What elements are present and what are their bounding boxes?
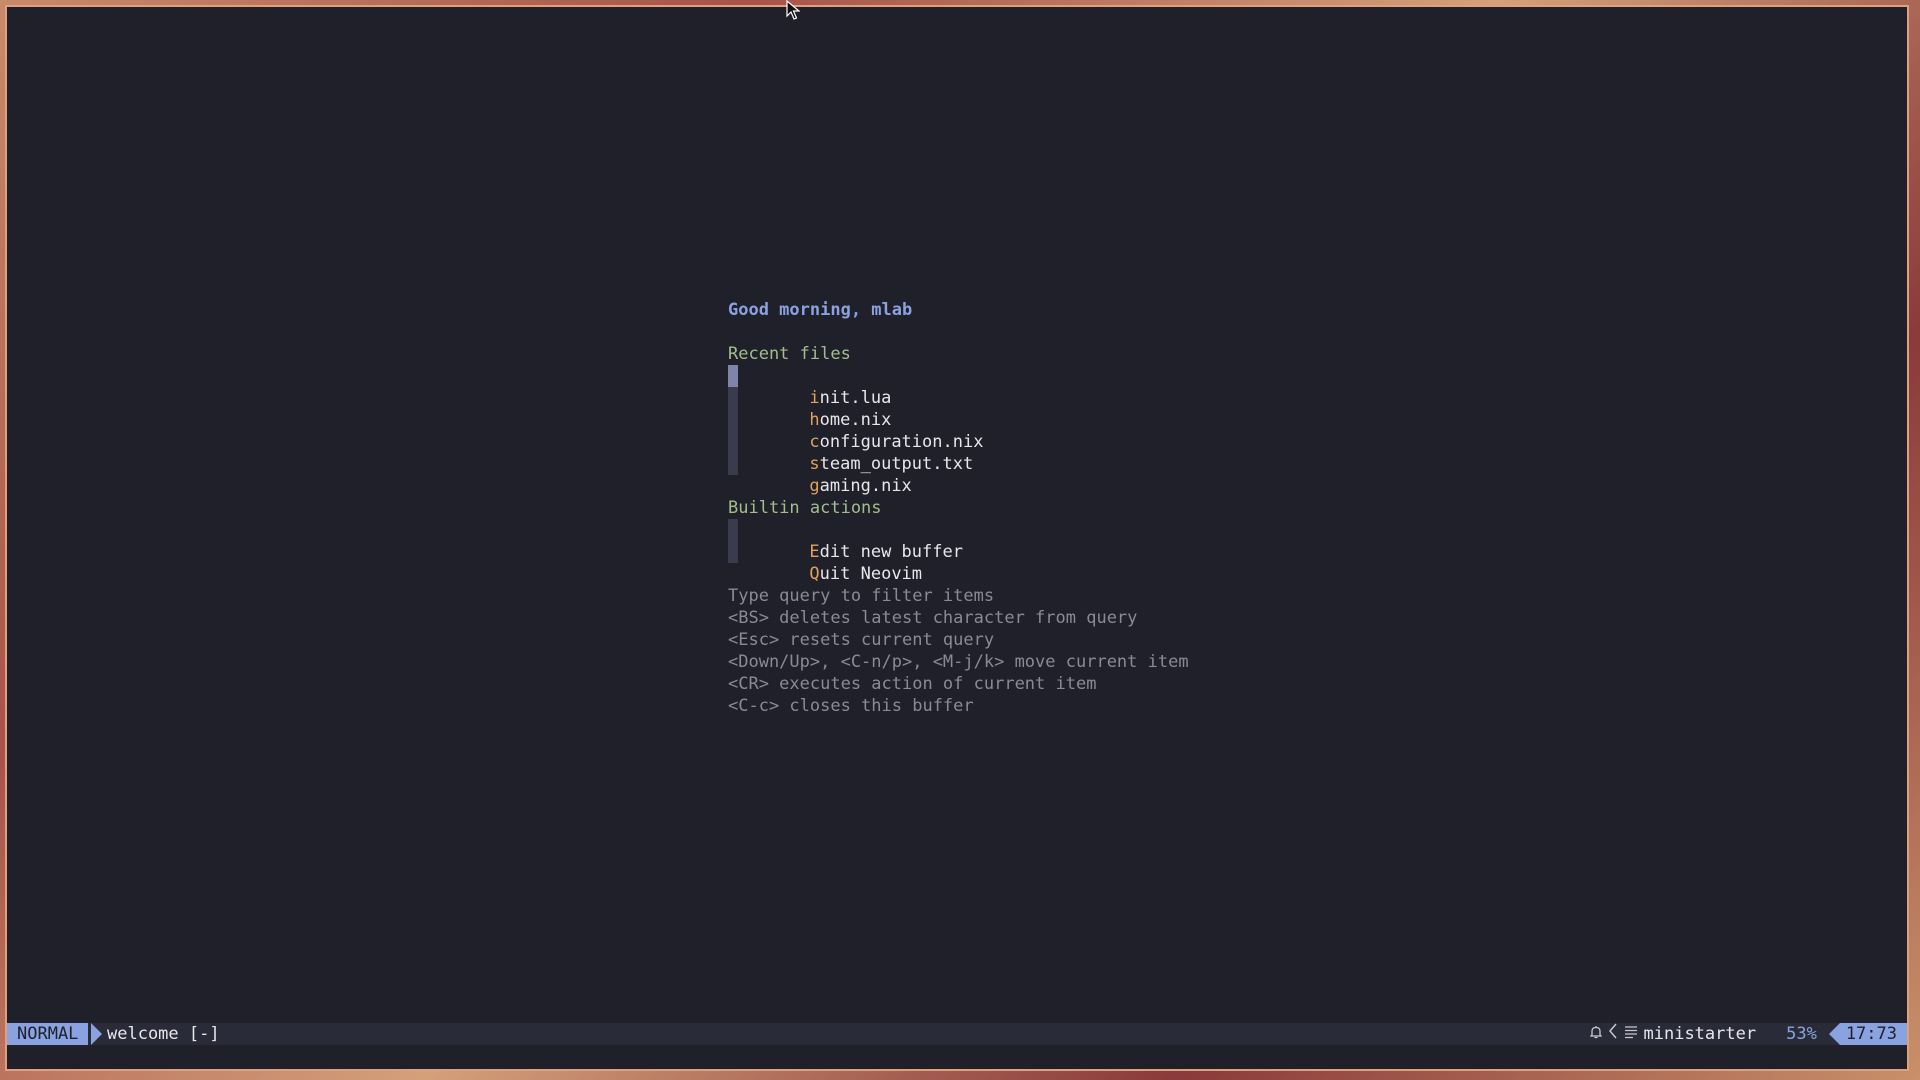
item-marker [728, 519, 738, 541]
recent-file-item[interactable]: gaming.nix [728, 453, 1189, 496]
item-marker [728, 365, 738, 387]
chevron-left-icon [1608, 1023, 1618, 1045]
help-line: <BS> deletes latest character from query [728, 608, 1138, 628]
item-marker [728, 541, 738, 563]
cursor-position: 17:73 [1839, 1023, 1907, 1045]
item-marker [728, 409, 738, 431]
recent-file-item[interactable]: configuration.nix [728, 409, 1189, 452]
scroll-percent: 53% [1786, 1024, 1817, 1044]
builtin-action-edit-new-buffer[interactable]: Edit new buffer [728, 519, 1189, 562]
item-marker [728, 453, 738, 475]
recent-file-item[interactable]: steam_output.txt [728, 431, 1189, 474]
help-line: <C-c> closes this buffer [728, 696, 974, 716]
builtin-action-quit-neovim[interactable]: Quit Neovim [728, 541, 1189, 584]
buffer-name: welcome [-] [107, 1024, 220, 1044]
help-line: Type query to filter items [728, 586, 995, 606]
position-separator [1828, 1023, 1840, 1045]
statusline: NORMAL welcome [-] ministarter 53% 17:73 [7, 1023, 1907, 1045]
mode-separator [91, 1023, 102, 1045]
filetype: ministarter [1643, 1024, 1757, 1044]
recent-file-item[interactable]: init.lua [728, 365, 1189, 408]
mouse-pointer-icon [786, 0, 800, 20]
help-line: <Down/Up>, <C-n/p>, <M-j/k> move current… [728, 652, 1189, 672]
mode-indicator: NORMAL [7, 1023, 89, 1045]
item-marker [728, 431, 738, 453]
help-line: <CR> executes action of current item [728, 674, 1097, 694]
neovim-window: Good morning, mlab Recent files init.lua… [5, 5, 1909, 1071]
statusline-right: ministarter 53% 17:73 [1588, 1023, 1907, 1045]
recent-files-section: Recent files [728, 344, 851, 364]
mini-starter: Good morning, mlab Recent files init.lua… [728, 299, 1189, 717]
recent-file-item[interactable]: home.nix [728, 387, 1189, 430]
cursor-position-block: 17:73 [1828, 1023, 1907, 1045]
item-marker [728, 387, 738, 409]
builtin-actions-section: Builtin actions [728, 498, 882, 518]
help-line: <Esc> resets current query [728, 630, 995, 650]
bell-icon [1588, 1023, 1603, 1045]
greeting-header: Good morning, mlab [728, 300, 913, 320]
list-icon [1624, 1023, 1638, 1045]
command-line[interactable] [7, 1045, 1907, 1069]
